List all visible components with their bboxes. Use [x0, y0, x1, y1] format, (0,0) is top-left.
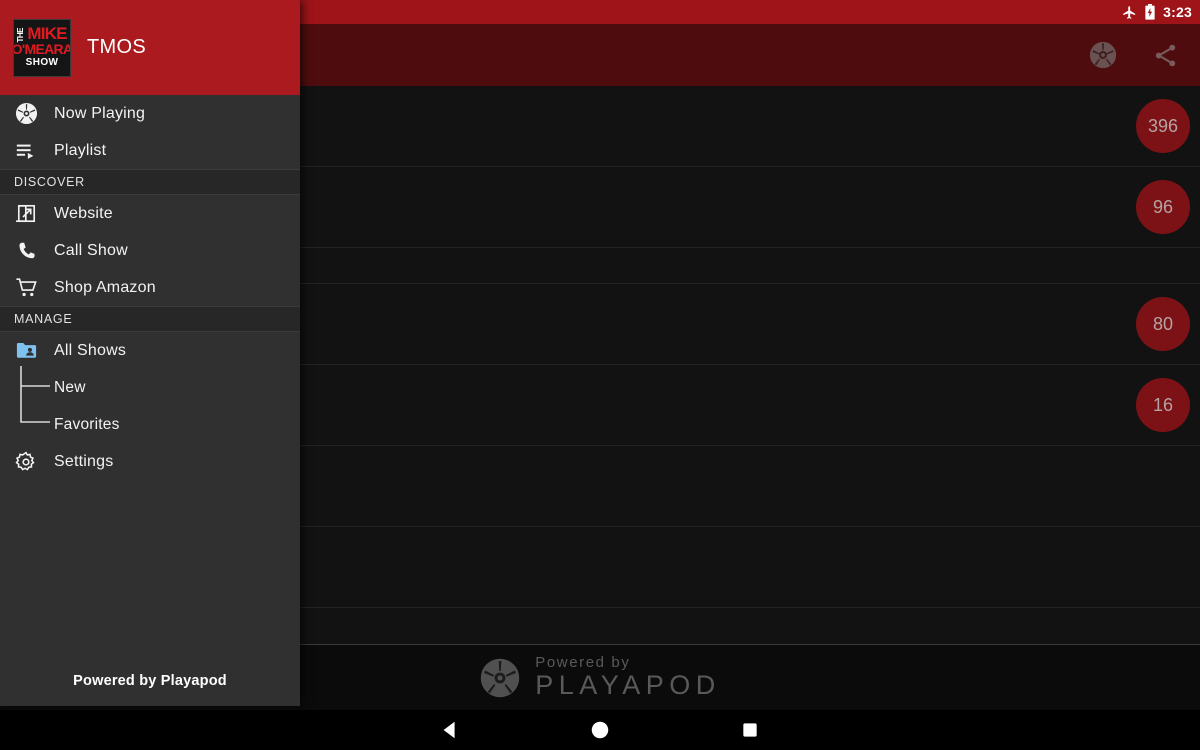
share-icon[interactable] [1148, 38, 1182, 72]
drawer-item-label: Website [54, 204, 113, 222]
playlist-icon [14, 139, 38, 163]
folder-shared-icon [14, 339, 38, 363]
drawer-item-label: Settings [54, 452, 114, 470]
status-bar-clock: 3:23 [1163, 4, 1192, 20]
episode-count-badge: 80 [1136, 297, 1190, 351]
episode-count-badge: 396 [1136, 99, 1190, 153]
logo-omeara: O'MEARA [13, 41, 71, 58]
navigation-drawer: THE MIKE O'MEARA SHOW TMOS Now Playing Pl… [0, 0, 300, 706]
recents-button[interactable] [675, 710, 825, 750]
drawer-item-all-shows[interactable]: All Shows [0, 332, 300, 369]
logo-show: SHOW [25, 56, 59, 68]
now-playing-disc-icon[interactable] [1086, 38, 1120, 72]
tape-reel-icon [480, 658, 520, 697]
external-link-icon [14, 202, 38, 226]
drawer-item-label: Shop Amazon [54, 278, 156, 296]
drawer-item-favorites[interactable]: Favorites [0, 406, 300, 443]
episode-count-badge: 16 [1136, 378, 1190, 432]
drawer-item-call-show[interactable]: Call Show [0, 232, 300, 269]
battery-charging-icon [1144, 4, 1156, 20]
phone-icon [14, 239, 38, 263]
app-title: TMOS [87, 36, 146, 58]
drawer-footer-label: Powered by Playapod [73, 673, 227, 689]
drawer-item-label: Playlist [54, 141, 107, 159]
disc-icon [14, 102, 38, 126]
back-button[interactable] [375, 710, 525, 750]
logo-mike: MIKE [27, 24, 67, 44]
gear-icon [14, 450, 38, 474]
playapod-logo: Powered by PLAYAPOD [479, 654, 721, 701]
drawer-item-website[interactable]: Website [0, 195, 300, 232]
show-logo: THE MIKE O'MEARA SHOW [13, 18, 71, 77]
drawer-item-label: Now Playing [54, 104, 146, 122]
drawer-item-settings[interactable]: Settings [0, 443, 300, 480]
drawer-item-playlist[interactable]: Playlist [0, 132, 300, 169]
drawer-item-label: Call Show [54, 241, 128, 259]
drawer-item-label: All Shows [54, 341, 127, 359]
drawer-footer: Powered by Playapod [0, 656, 300, 706]
airplane-mode-icon [1122, 5, 1137, 20]
shopping-cart-icon [14, 276, 38, 300]
drawer-item-label: New [54, 378, 86, 396]
logo-the: THE [16, 27, 26, 43]
android-screen: 396 96 80 16 Powered by PLAYAPOD THE MIK… [0, 0, 1200, 750]
drawer-section-discover: DISCOVER [0, 169, 300, 195]
powered-by-label: Powered by [535, 654, 631, 672]
episode-count-badge: 96 [1136, 180, 1190, 234]
home-button[interactable] [525, 710, 675, 750]
drawer-item-shop-amazon[interactable]: Shop Amazon [0, 269, 300, 306]
drawer-header: THE MIKE O'MEARA SHOW TMOS [0, 0, 300, 95]
drawer-menu[interactable]: Now Playing Playlist DISCOVER Website Call S… [0, 95, 300, 480]
drawer-item-new[interactable]: New [0, 369, 300, 406]
drawer-section-manage: MANAGE [0, 306, 300, 332]
drawer-item-label: Favorites [54, 415, 120, 433]
drawer-item-now-playing[interactable]: Now Playing [0, 95, 300, 132]
playapod-wordmark: PLAYAPOD [535, 670, 721, 701]
android-nav-bar [0, 710, 1200, 750]
